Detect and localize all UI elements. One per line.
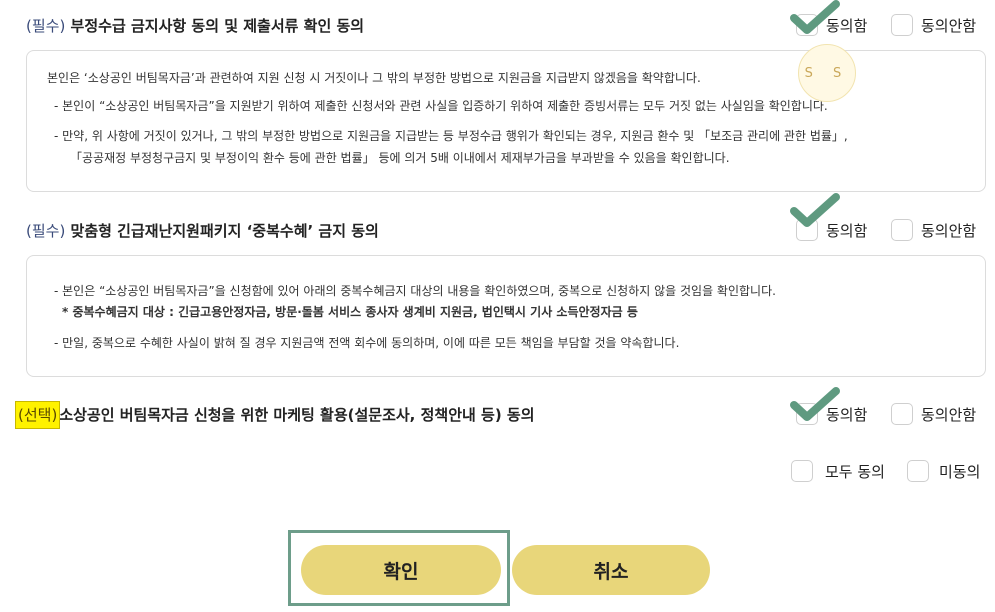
section-1-disagree-option[interactable]: 동의안함	[891, 14, 976, 36]
all-agree-checkbox[interactable]	[791, 460, 813, 482]
disagree-label: 동의안함	[921, 16, 977, 35]
section-3-title-text: 소상공인 버팀목자금 신청을 위한 마케팅 활용(설문조사, 정책안내 등) 동…	[59, 406, 535, 424]
section-3-disagree-option[interactable]: 동의안함	[891, 403, 976, 425]
section-1-title-text: 부정수급 금지사항 동의 및 제출서류 확인 동의	[70, 17, 365, 35]
section-1-title: (필수) 부정수급 금지사항 동의 및 제출서류 확인 동의	[26, 15, 364, 36]
all-disagree-checkbox[interactable]	[907, 460, 929, 482]
checkmark-icon	[790, 0, 840, 34]
confirm-button[interactable]: 확인	[301, 545, 501, 595]
disagree-label: 동의안함	[921, 221, 977, 240]
disagree-label: 동의안함	[921, 405, 977, 424]
terms-line: - 본인이 “소상공인 버팀목자금”을 지원받기 위하여 제출한 신청서와 관련…	[54, 99, 828, 113]
cancel-button[interactable]: 취소	[512, 545, 710, 595]
optional-tag: (선택)	[14, 401, 61, 429]
disagree-checkbox[interactable]	[891, 219, 913, 241]
section-2-terms-box: - 본인은 “소상공인 버팀목자금”을 신청함에 있어 아래의 중복수혜금지 대…	[26, 255, 986, 377]
terms-line: - 본인은 “소상공인 버팀목자금”을 신청함에 있어 아래의 중복수혜금지 대…	[54, 284, 776, 298]
stamp-watermark: S S	[798, 44, 856, 102]
terms-line: 「공공재정 부정청구금지 및 부정이익 환수 등에 관한 법률」 등에 의거 5…	[70, 151, 730, 165]
all-disagree-label: 미동의	[939, 462, 981, 481]
required-tag: (필수)	[26, 17, 66, 35]
section-3-title: (선택) 소상공인 버팀목자금 신청을 위한 마케팅 활용(설문조사, 정책안내 …	[14, 401, 535, 429]
terms-line: - 만약, 위 사항에 거짓이 있거나, 그 밖의 부정한 방법으로 지원금을 …	[54, 129, 848, 143]
terms-line: - 만일, 중복으로 수혜한 사실이 밝혀 질 경우 지원금액 전액 회수에 동…	[54, 336, 680, 350]
terms-line: 본인은 ‘소상공인 버팀목자금’과 관련하여 지원 신청 시 거짓이나 그 밖의…	[47, 71, 701, 85]
all-disagree-option[interactable]: 미동의	[907, 460, 980, 482]
disagree-checkbox[interactable]	[891, 14, 913, 36]
all-agree-label: 모두 동의	[825, 462, 885, 481]
section-2-title-text: 맞춤형 긴급재난지원패키지 ‘중복수혜’ 금지 동의	[70, 222, 379, 240]
all-agree-option[interactable]: 모두 동의	[791, 460, 885, 482]
section-2-title: (필수) 맞춤형 긴급재난지원패키지 ‘중복수혜’ 금지 동의	[26, 220, 379, 241]
terms-line: * 중복수혜금지 대상 : 긴급고용안정자금, 방문·돌봄 서비스 종사자 생계…	[62, 305, 638, 319]
disagree-checkbox[interactable]	[891, 403, 913, 425]
required-tag: (필수)	[26, 222, 66, 240]
checkmark-icon	[790, 387, 840, 421]
section-2-disagree-option[interactable]: 동의안함	[891, 219, 976, 241]
checkmark-icon	[790, 193, 840, 227]
